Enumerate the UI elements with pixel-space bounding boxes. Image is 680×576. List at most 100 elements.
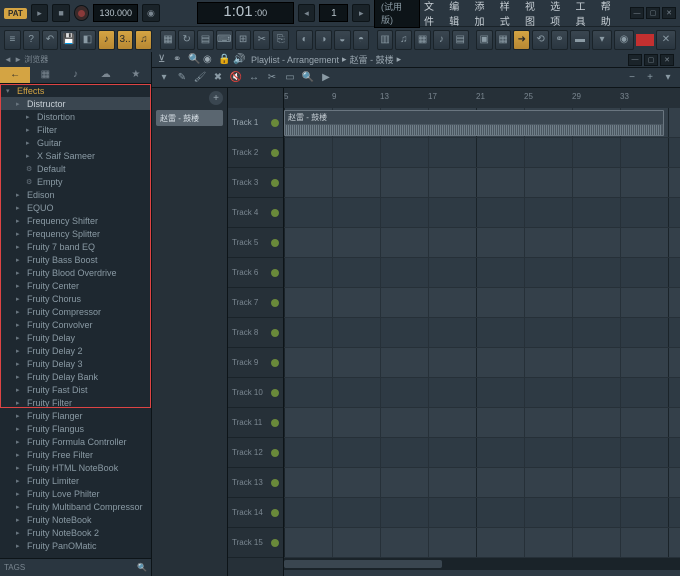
tool-dropdown-icon[interactable]: ▾ bbox=[592, 30, 612, 50]
tree-item[interactable]: ▸Fruity Free Filter bbox=[0, 448, 151, 461]
grid-row[interactable] bbox=[284, 228, 680, 258]
pl-select-icon[interactable]: ▭ bbox=[282, 70, 298, 86]
view-pianoroll-icon[interactable]: ♫ bbox=[395, 30, 412, 50]
browser-tab-back[interactable]: ← bbox=[0, 67, 30, 83]
browser-tree[interactable]: ▾ Effects ▸Distructor▸Distortion▸Filter▸… bbox=[0, 84, 151, 558]
track-mute-button[interactable] bbox=[271, 269, 279, 277]
tree-item[interactable]: ▸Fruity Center bbox=[0, 279, 151, 292]
menu-view[interactable]: 视图 bbox=[525, 0, 544, 28]
tree-item[interactable]: ▸Fruity NoteBook bbox=[0, 513, 151, 526]
pl-magnet-icon[interactable]: ⊻ bbox=[158, 54, 170, 65]
browser-tab-cloud[interactable]: ☁ bbox=[91, 67, 121, 83]
audio-clip[interactable]: 赵雷 - 鼓楼 bbox=[284, 110, 664, 136]
track-header[interactable]: Track 1 bbox=[228, 108, 283, 138]
tree-item[interactable]: ▸Fruity Flanger bbox=[0, 409, 151, 422]
tree-item[interactable]: ▸Fruity Delay 2 bbox=[0, 344, 151, 357]
tool-wait-icon[interactable]: 3.. bbox=[117, 30, 134, 50]
pl-dropdown-icon[interactable]: ▾ bbox=[660, 70, 676, 86]
track-header[interactable]: Track 6 bbox=[228, 258, 283, 288]
tool-countdown-icon[interactable]: ♫ bbox=[135, 30, 152, 50]
view-mixer-icon[interactable]: ♪ bbox=[433, 30, 450, 50]
tree-item[interactable]: ▸Fruity Formula Controller bbox=[0, 435, 151, 448]
tree-item[interactable]: ▸Filter bbox=[0, 123, 151, 136]
tool-menu-icon[interactable]: ≡ bbox=[4, 30, 21, 50]
menu-patterns[interactable]: 样式 bbox=[500, 0, 519, 28]
browser-header[interactable]: ◄ ► 浏览器 bbox=[0, 52, 151, 66]
record-button[interactable] bbox=[74, 5, 90, 21]
browser-search-icon[interactable]: 🔍 bbox=[137, 563, 147, 572]
pl-play-icon[interactable]: ▶ bbox=[318, 70, 334, 86]
tags-label[interactable]: TAGS bbox=[4, 563, 25, 572]
tree-item[interactable]: ▸Fruity HTML NoteBook bbox=[0, 461, 151, 474]
metronome-icon[interactable]: ◉ bbox=[142, 4, 160, 22]
track-mute-button[interactable] bbox=[271, 209, 279, 217]
tool-history-icon[interactable]: ↶ bbox=[42, 30, 59, 50]
view-channelrack-icon[interactable]: ▦ bbox=[414, 30, 431, 50]
track-mute-button[interactable] bbox=[271, 539, 279, 547]
tree-item[interactable]: ▸Fruity Blood Overdrive bbox=[0, 266, 151, 279]
grid-row[interactable] bbox=[284, 498, 680, 528]
track-mute-button[interactable] bbox=[271, 449, 279, 457]
tool-cpu-icon[interactable]: ▬ bbox=[570, 30, 590, 50]
tree-item[interactable]: ▸Fruity Delay bbox=[0, 331, 151, 344]
tool-typing-icon[interactable]: ⌨ bbox=[216, 30, 233, 50]
pattern-clip[interactable]: 赵雷 - 鼓楼 bbox=[156, 110, 223, 126]
pl-menu-icon[interactable]: ▾ bbox=[156, 70, 172, 86]
tree-item[interactable]: ▸Fruity NoteBook 2 bbox=[0, 526, 151, 539]
horizontal-scrollbar[interactable] bbox=[284, 558, 680, 570]
tool-chain-icon[interactable]: ⚭ bbox=[551, 30, 568, 50]
pl-draw-icon[interactable]: ✎ bbox=[174, 70, 190, 86]
menu-tools[interactable]: 工具 bbox=[576, 0, 595, 28]
grid-row[interactable] bbox=[284, 528, 680, 558]
track-header[interactable]: Track 8 bbox=[228, 318, 283, 348]
tree-item[interactable]: ▸Fruity Delay Bank bbox=[0, 370, 151, 383]
tool-overdub-icon[interactable]: ▦ bbox=[160, 30, 177, 50]
tool-close-panels-icon[interactable]: ✕ bbox=[656, 30, 676, 50]
tree-item[interactable]: ▸Distructor bbox=[0, 97, 151, 110]
language-flag-icon[interactable] bbox=[636, 34, 654, 46]
grid-row[interactable] bbox=[284, 348, 680, 378]
tool-a-icon[interactable]: ◐ bbox=[296, 30, 313, 50]
track-header[interactable]: Track 4 bbox=[228, 198, 283, 228]
tree-item[interactable]: ▸Fruity 7 band EQ bbox=[0, 240, 151, 253]
browser-tab-current[interactable]: ♪ bbox=[60, 67, 90, 83]
pl-mute-icon[interactable]: 🔇 bbox=[228, 70, 244, 86]
track-mute-button[interactable] bbox=[271, 119, 279, 127]
tree-item[interactable]: ⚙Empty bbox=[0, 175, 151, 188]
pat-mode-badge[interactable]: PAT bbox=[4, 8, 27, 19]
grid-row[interactable] bbox=[284, 138, 680, 168]
tool-slice-icon[interactable]: ⎘ bbox=[272, 30, 289, 50]
track-mute-button[interactable] bbox=[271, 389, 279, 397]
pl-minimize-button[interactable]: — bbox=[628, 54, 642, 66]
pl-tool-icon[interactable]: ◉ bbox=[203, 54, 215, 65]
grid-row[interactable] bbox=[284, 168, 680, 198]
grid-row[interactable] bbox=[284, 378, 680, 408]
menu-help[interactable]: 帮助 bbox=[601, 0, 620, 28]
add-pattern-button[interactable]: + bbox=[209, 91, 223, 105]
tree-item[interactable]: ▸Fruity Filter bbox=[0, 396, 151, 409]
menu-add[interactable]: 添加 bbox=[475, 0, 494, 28]
tree-item[interactable]: ▸Edison bbox=[0, 188, 151, 201]
close-button[interactable]: ✕ bbox=[662, 7, 676, 19]
tree-folder-effects[interactable]: ▾ Effects bbox=[0, 84, 151, 97]
tool-save-icon[interactable]: 💾 bbox=[60, 30, 77, 50]
menu-edit[interactable]: 编辑 bbox=[449, 0, 468, 28]
track-mute-button[interactable] bbox=[271, 149, 279, 157]
pl-zoomout-icon[interactable]: − bbox=[624, 70, 640, 86]
track-header[interactable]: Track 5 bbox=[228, 228, 283, 258]
tree-item[interactable]: ▸Fruity Bass Boost bbox=[0, 253, 151, 266]
menu-file[interactable]: 文件 bbox=[424, 0, 443, 28]
tool-help-icon[interactable]: ? bbox=[23, 30, 40, 50]
pl-sound-icon[interactable]: 🔊 bbox=[233, 54, 245, 65]
tree-item[interactable]: ▸Fruity Limiter bbox=[0, 474, 151, 487]
tool-chop-icon[interactable]: ✂ bbox=[253, 30, 270, 50]
tool-plugin-icon[interactable]: ▣ bbox=[476, 30, 493, 50]
pl-erase-icon[interactable]: ✖ bbox=[210, 70, 226, 86]
grid-row[interactable] bbox=[284, 288, 680, 318]
playlist-grid[interactable]: 59131721252933 赵雷 - 鼓楼 bbox=[284, 88, 680, 576]
track-header[interactable]: Track 9 bbox=[228, 348, 283, 378]
tool-loop-icon[interactable]: ↻ bbox=[178, 30, 195, 50]
grid-row[interactable]: 赵雷 - 鼓楼 bbox=[284, 108, 680, 138]
tree-item[interactable]: ▸Frequency Shifter bbox=[0, 214, 151, 227]
track-mute-button[interactable] bbox=[271, 179, 279, 187]
